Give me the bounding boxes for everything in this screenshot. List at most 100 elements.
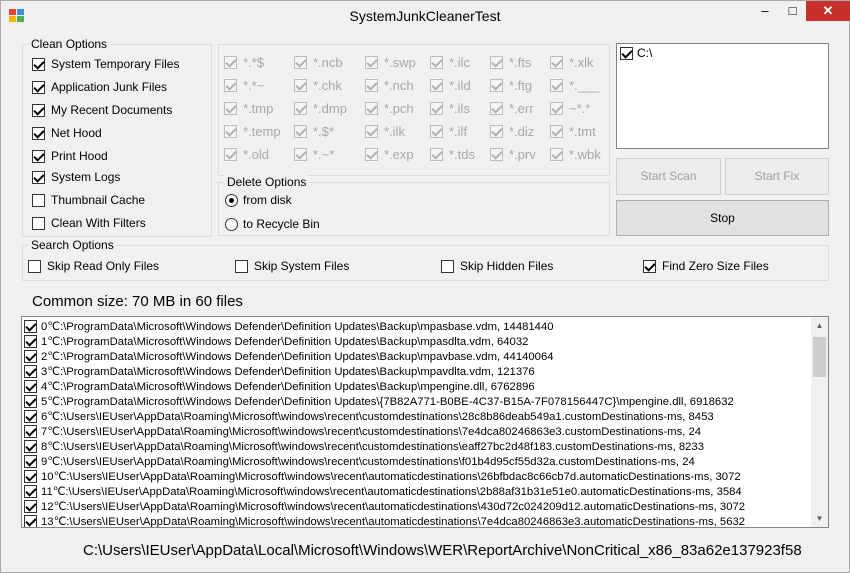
scroll-up-icon[interactable]: ▲ bbox=[811, 317, 828, 334]
drive-list[interactable]: C:\ bbox=[616, 43, 829, 149]
vertical-scrollbar[interactable]: ▲ ▼ bbox=[811, 317, 828, 527]
filter-15[interactable]: *.ils bbox=[430, 101, 470, 116]
filter-6-box[interactable] bbox=[224, 79, 237, 92]
file-row[interactable]: 7℃:\Users\IEUser\AppData\Roaming\Microso… bbox=[22, 424, 828, 439]
filter-2[interactable]: *.swp bbox=[365, 55, 416, 70]
clean-option-4[interactable]: Print Hood bbox=[32, 149, 108, 163]
filter-16-box[interactable] bbox=[490, 102, 503, 115]
file-row-checkbox[interactable] bbox=[24, 395, 37, 408]
filter-2-box[interactable] bbox=[365, 56, 378, 69]
file-row-checkbox[interactable] bbox=[24, 425, 37, 438]
filter-5-box[interactable] bbox=[550, 56, 563, 69]
filter-16[interactable]: *.err bbox=[490, 101, 534, 116]
radio-from-disk[interactable]: from disk bbox=[225, 193, 292, 207]
search-option-0-box[interactable] bbox=[28, 259, 41, 273]
stop-button[interactable]: Stop bbox=[616, 200, 829, 236]
clean-option-5-box[interactable] bbox=[32, 170, 45, 184]
radio-recycle-bin[interactable]: to Recycle Bin bbox=[225, 217, 320, 231]
filter-17[interactable]: ~*.* bbox=[550, 101, 590, 116]
filter-22-box[interactable] bbox=[490, 125, 503, 138]
clean-option-2[interactable]: My Recent Documents bbox=[32, 103, 172, 117]
filter-8[interactable]: *.nch bbox=[365, 78, 414, 93]
search-option-1[interactable]: Skip System Files bbox=[235, 259, 349, 273]
clean-option-3-box[interactable] bbox=[32, 126, 45, 140]
scroll-down-icon[interactable]: ▼ bbox=[811, 510, 828, 527]
filter-28-box[interactable] bbox=[490, 148, 503, 161]
filter-10-box[interactable] bbox=[490, 79, 503, 92]
file-row-checkbox[interactable] bbox=[24, 335, 37, 348]
file-row-checkbox[interactable] bbox=[24, 500, 37, 513]
clean-option-6-box[interactable] bbox=[32, 193, 45, 207]
scrollbar-thumb[interactable] bbox=[813, 337, 826, 377]
file-row[interactable]: 3℃:\ProgramData\Microsoft\Windows Defend… bbox=[22, 364, 828, 379]
clean-option-7-box[interactable] bbox=[32, 216, 45, 230]
clean-option-7[interactable]: Clean With Filters bbox=[32, 216, 146, 230]
filter-25[interactable]: *.~* bbox=[294, 147, 334, 162]
file-row-checkbox[interactable] bbox=[24, 365, 37, 378]
filter-9[interactable]: *.ild bbox=[430, 78, 471, 93]
filter-29[interactable]: *.wbk bbox=[550, 147, 601, 162]
minimize-button[interactable]: ‒ bbox=[751, 1, 779, 21]
search-option-3[interactable]: Find Zero Size Files bbox=[643, 259, 769, 273]
close-button[interactable]: ✕ bbox=[806, 1, 850, 21]
start-fix-button[interactable]: Start Fix bbox=[725, 158, 829, 195]
title-bar[interactable]: SystemJunkCleanerTest ‒ □ ✕ bbox=[1, 1, 850, 32]
clean-option-0-box[interactable] bbox=[32, 57, 45, 71]
file-row-checkbox[interactable] bbox=[24, 380, 37, 393]
search-option-0[interactable]: Skip Read Only Files bbox=[28, 259, 159, 273]
file-row[interactable]: 5℃:\ProgramData\Microsoft\Windows Defend… bbox=[22, 394, 828, 409]
clean-option-3[interactable]: Net Hood bbox=[32, 126, 102, 140]
file-row[interactable]: 8℃:\Users\IEUser\AppData\Roaming\Microso… bbox=[22, 439, 828, 454]
clean-option-0[interactable]: System Temporary Files bbox=[32, 57, 179, 71]
filter-23-box[interactable] bbox=[550, 125, 563, 138]
filter-0-box[interactable] bbox=[224, 56, 237, 69]
clean-option-6[interactable]: Thumbnail Cache bbox=[32, 193, 145, 207]
file-row[interactable]: 1℃:\ProgramData\Microsoft\Windows Defend… bbox=[22, 334, 828, 349]
filter-7-box[interactable] bbox=[294, 79, 307, 92]
filter-19-box[interactable] bbox=[294, 125, 307, 138]
start-scan-button[interactable]: Start Scan bbox=[616, 158, 721, 195]
filter-27[interactable]: *.tds bbox=[430, 147, 475, 162]
filter-11[interactable]: *.___ bbox=[550, 78, 599, 93]
search-option-3-box[interactable] bbox=[643, 259, 656, 273]
file-row-checkbox[interactable] bbox=[24, 410, 37, 423]
filter-12[interactable]: *.tmp bbox=[224, 101, 273, 116]
filter-17-box[interactable] bbox=[550, 102, 563, 115]
search-option-2[interactable]: Skip Hidden Files bbox=[441, 259, 553, 273]
file-row[interactable]: 12℃:\Users\IEUser\AppData\Roaming\Micros… bbox=[22, 499, 828, 514]
filter-14[interactable]: *.pch bbox=[365, 101, 414, 116]
filter-23[interactable]: *.tmt bbox=[550, 124, 596, 139]
filter-3[interactable]: *.ilc bbox=[430, 55, 470, 70]
filter-29-box[interactable] bbox=[550, 148, 563, 161]
filter-21-box[interactable] bbox=[430, 125, 443, 138]
filter-28[interactable]: *.prv bbox=[490, 147, 536, 162]
filter-22[interactable]: *.diz bbox=[490, 124, 534, 139]
file-row[interactable]: 0℃:\ProgramData\Microsoft\Windows Defend… bbox=[22, 319, 828, 334]
file-row-checkbox[interactable] bbox=[24, 350, 37, 363]
filter-7[interactable]: *.chk bbox=[294, 78, 342, 93]
filter-11-box[interactable] bbox=[550, 79, 563, 92]
filter-13-box[interactable] bbox=[294, 102, 307, 115]
filter-1[interactable]: *.ncb bbox=[294, 55, 343, 70]
clean-option-5[interactable]: System Logs bbox=[32, 170, 120, 184]
filter-4[interactable]: *.fts bbox=[490, 55, 531, 70]
drive-item-c[interactable]: C:\ bbox=[620, 46, 652, 60]
filter-20-box[interactable] bbox=[365, 125, 378, 138]
drive-c-checkbox[interactable] bbox=[620, 46, 633, 60]
file-row[interactable]: 6℃:\Users\IEUser\AppData\Roaming\Microso… bbox=[22, 409, 828, 424]
filter-24-box[interactable] bbox=[224, 148, 237, 161]
file-row[interactable]: 2℃:\ProgramData\Microsoft\Windows Defend… bbox=[22, 349, 828, 364]
filter-20[interactable]: *.ilk bbox=[365, 124, 405, 139]
radio-from-disk-indicator[interactable] bbox=[225, 193, 238, 207]
filter-9-box[interactable] bbox=[430, 79, 443, 92]
filter-26-box[interactable] bbox=[365, 148, 378, 161]
filter-6[interactable]: *.*~ bbox=[224, 78, 264, 93]
clean-option-4-box[interactable] bbox=[32, 149, 45, 163]
clean-option-2-box[interactable] bbox=[32, 103, 45, 117]
filter-4-box[interactable] bbox=[490, 56, 503, 69]
filter-0[interactable]: *.*$ bbox=[224, 55, 264, 70]
filter-13[interactable]: *.dmp bbox=[294, 101, 347, 116]
maximize-button[interactable]: □ bbox=[779, 1, 806, 21]
file-row[interactable]: 11℃:\Users\IEUser\AppData\Roaming\Micros… bbox=[22, 484, 828, 499]
file-row[interactable]: 10℃:\Users\IEUser\AppData\Roaming\Micros… bbox=[22, 469, 828, 484]
